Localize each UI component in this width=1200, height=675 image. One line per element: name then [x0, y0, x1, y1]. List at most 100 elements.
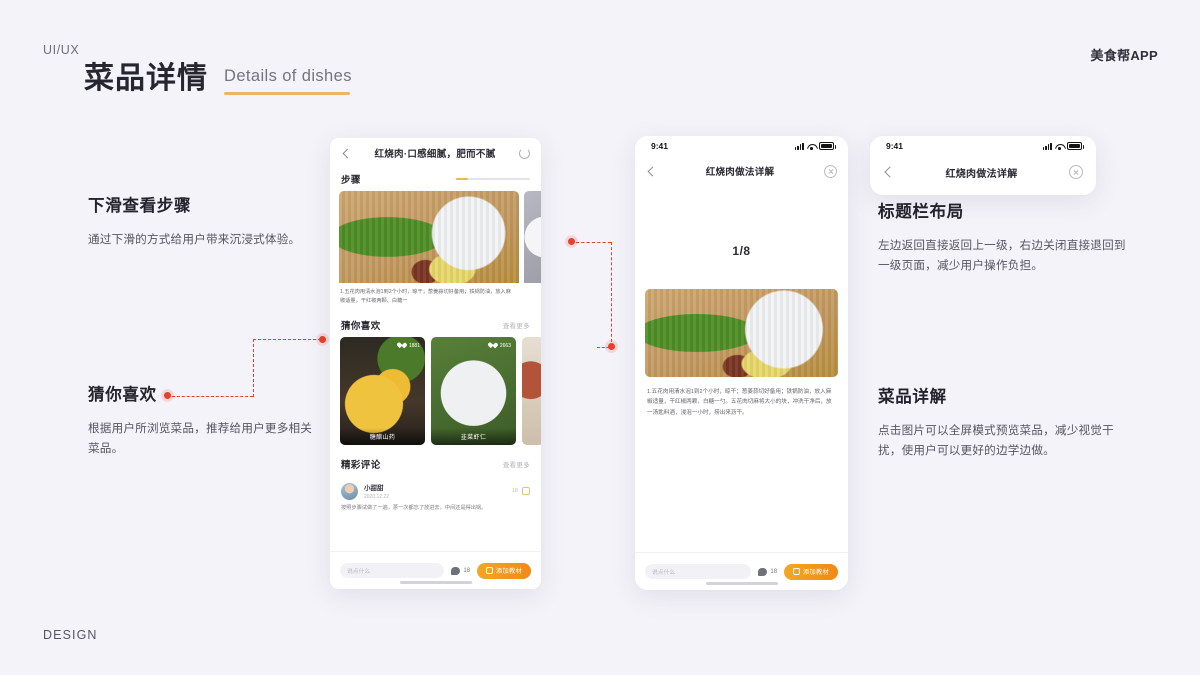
- comment-actions[interactable]: 18: [511, 487, 530, 496]
- like-count: 1881: [408, 342, 420, 349]
- add-material-button[interactable]: 添加教材: [784, 563, 838, 580]
- slide-root: UI/UX 美食帮APP 菜品详情 Details of dishes DESI…: [0, 0, 1200, 675]
- note-titlebar-layout: 标题栏布局 左边返回直接返回上一级，右边关闭直接退回到一级页面，减少用户操作负担…: [878, 198, 1126, 277]
- connector-line-steps-v: [611, 242, 612, 347]
- phone1-nav-title: 红烧肉·口感细腻，肥而不腻: [374, 149, 496, 160]
- comment-input[interactable]: 说点什么: [645, 564, 752, 579]
- note-scroll-steps-heading: 下滑查看步骤: [88, 197, 192, 215]
- page-counter: 1/8: [732, 244, 751, 258]
- connector-line-guess-v: [253, 339, 254, 397]
- note-guess-you-like-body: 根据用户所浏览菜品，推荐给用户更多相关菜品。: [88, 422, 313, 456]
- list-item[interactable]: 2663 韭菜虾仁: [431, 337, 516, 446]
- phone1-recommend-more[interactable]: 查看更多: [503, 320, 530, 330]
- list-item-partial[interactable]: [522, 337, 541, 446]
- comment-date: 2020.12.22: [364, 494, 390, 501]
- close-icon[interactable]: [823, 164, 837, 178]
- back-chevron-icon[interactable]: [884, 166, 896, 178]
- title-underline: [224, 91, 350, 95]
- recommend-caption: 糖醋山药: [340, 428, 425, 446]
- connector-line-steps-h1: [576, 242, 611, 243]
- comment-bubble-icon: [451, 566, 461, 575]
- avatar[interactable]: [341, 482, 358, 500]
- comment-like-count: 18: [511, 488, 518, 495]
- connector-dot-guess-phone: [319, 336, 326, 343]
- recommend-cards[interactable]: 1881 糖醋山药 2663 韭菜虾仁: [330, 337, 541, 446]
- heart-icon: [491, 342, 498, 349]
- phone-mockup-detail[interactable]: 红烧肉·口感细腻，肥而不腻 步骤 1.五花肉用清水泡1到2个小时，晾干；葱姜蒜切…: [330, 138, 541, 589]
- comment-text: 按照步骤试做了一遍，蔥一次都忘了放进去，中间还是得出锅。: [341, 505, 487, 512]
- comment-count-value: 18: [463, 567, 471, 574]
- phone2-nav-title: 红烧肉做法详解: [705, 167, 775, 178]
- recipe-step-text: 1.五花肉用清水泡1到2个小时，晾干；葱姜蒜切好备用；铁锅防油，放入麻椒适量，干…: [647, 389, 832, 416]
- heart-icon: [400, 342, 407, 349]
- step-card[interactable]: 1.五花肉用清水泡1到2个小时，晾干；葱姜蒜切好备用；铁锅防油，放入麻椒适量，干…: [339, 191, 519, 305]
- steps-carousel[interactable]: 1.五花肉用清水泡1到2个小时，晾干；葱姜蒜切好备用；铁锅防油，放入麻椒适量，干…: [330, 191, 541, 305]
- comment-item: 小甜甜 2020.12.22 18: [330, 476, 541, 500]
- thumbs-up-icon[interactable]: [522, 487, 530, 496]
- close-icon[interactable]: [1068, 165, 1083, 179]
- like-badge: 1881: [400, 342, 420, 349]
- phone1-comments-header: 精彩评论 查看更多: [330, 445, 541, 476]
- phone3-status-bar: 9:41: [870, 136, 1096, 156]
- add-material-label: 添加教材: [496, 568, 522, 575]
- phone1-bottom-bar: 说点什么 18 添加教材: [330, 551, 541, 589]
- page-title-cn: 菜品详情: [84, 62, 208, 95]
- back-chevron-icon[interactable]: [647, 166, 658, 176]
- status-indicators: [794, 142, 836, 150]
- battery-icon: [819, 142, 836, 150]
- comment-input[interactable]: 说点什么: [340, 563, 445, 578]
- list-item[interactable]: 1881 糖醋山药: [340, 337, 425, 446]
- note-dish-detail-heading: 菜品详解: [878, 388, 947, 406]
- signal-icon: [794, 142, 804, 150]
- phone3-navbar: 红烧肉做法详解: [870, 156, 1096, 188]
- phone3-nav-title: 红烧肉做法详解: [945, 168, 1018, 180]
- connector-dot-steps-phone2: [608, 343, 615, 350]
- step-image[interactable]: [339, 191, 519, 283]
- phone1-comments-more[interactable]: 查看更多: [503, 459, 530, 469]
- back-chevron-icon[interactable]: [342, 148, 353, 158]
- wifi-icon: [1055, 143, 1064, 150]
- like-badge: 2663: [491, 342, 511, 349]
- phone1-steps-title: 步骤: [341, 175, 361, 186]
- home-indicator: [399, 581, 472, 584]
- note-dish-detail-body: 点击图片可以全屏模式预览菜品，减少视觉干扰，使用户可以更好的边学边做。: [878, 424, 1114, 458]
- step-card-next[interactable]: [524, 191, 541, 305]
- comment-bubble-icon: [758, 567, 768, 576]
- footer-design-label: DESIGN: [43, 628, 98, 642]
- battery-icon: [1067, 142, 1084, 150]
- phone1-recommend-title: 猜你喜欢: [341, 321, 381, 333]
- phone2-bottom-bar: 说点什么 18 添加教材: [635, 552, 848, 590]
- step-image-next[interactable]: [524, 191, 541, 283]
- note-guess-you-like: 猜你喜欢 根据用户所浏览菜品，推荐给用户更多相关菜品。: [88, 381, 323, 460]
- refresh-icon[interactable]: [518, 147, 530, 159]
- phone1-comments-title: 精彩评论: [341, 460, 381, 472]
- phone1-navbar: 红烧肉·口感细腻，肥而不腻: [330, 138, 541, 168]
- recipe-step-image[interactable]: [645, 289, 838, 377]
- add-material-button[interactable]: 添加教材: [477, 562, 531, 579]
- home-indicator: [705, 582, 778, 585]
- recommend-caption: 韭菜虾仁: [431, 428, 516, 446]
- phone2-navbar: 红烧肉做法详解: [635, 156, 848, 186]
- comment-count-stat[interactable]: 18: [758, 567, 777, 576]
- phone1-recommend-header: 猜你喜欢 查看更多: [330, 305, 541, 337]
- brand-label: 美食帮APP: [1090, 48, 1158, 63]
- phone-mockup-titlebar[interactable]: 9:41 红烧肉做法详解: [870, 136, 1096, 195]
- note-dish-detail: 菜品详解 点击图片可以全屏模式预览菜品，减少视觉干扰，使用户可以更好的边学边做。: [878, 383, 1126, 462]
- recommend-image: [522, 337, 541, 446]
- note-scroll-steps: 下滑查看步骤 通过下滑的方式给用户带来沉浸式体验。: [88, 192, 323, 250]
- connector-line-guess-h1: [172, 396, 253, 397]
- phone1-steps-header: 步骤: [330, 168, 541, 191]
- comment-count-stat[interactable]: 18: [451, 566, 471, 575]
- plus-box-icon: [486, 567, 494, 574]
- step-text: 1.五花肉用清水泡1到2个小时，晾干；葱姜蒜切好备用；铁锅防油，放入麻椒适量，干…: [340, 289, 511, 304]
- comment-author: 小甜甜: [364, 485, 384, 493]
- phone-mockup-fullscreen[interactable]: 9:41 红烧肉做法详解 1/8 1.五花肉用清水泡1到2个小时，晾干；葱姜蒜切…: [635, 136, 848, 590]
- status-time: 9:41: [886, 141, 904, 151]
- phone2-status-bar: 9:41: [635, 136, 848, 156]
- note-titlebar-layout-heading: 标题栏布局: [878, 203, 964, 221]
- page-title-en-wrap: Details of dishes: [224, 67, 352, 95]
- status-time: 9:41: [651, 141, 669, 151]
- page-title: 菜品详情 Details of dishes: [84, 62, 352, 95]
- add-material-label: 添加教材: [803, 569, 829, 576]
- note-guess-you-like-heading: 猜你喜欢: [88, 386, 157, 404]
